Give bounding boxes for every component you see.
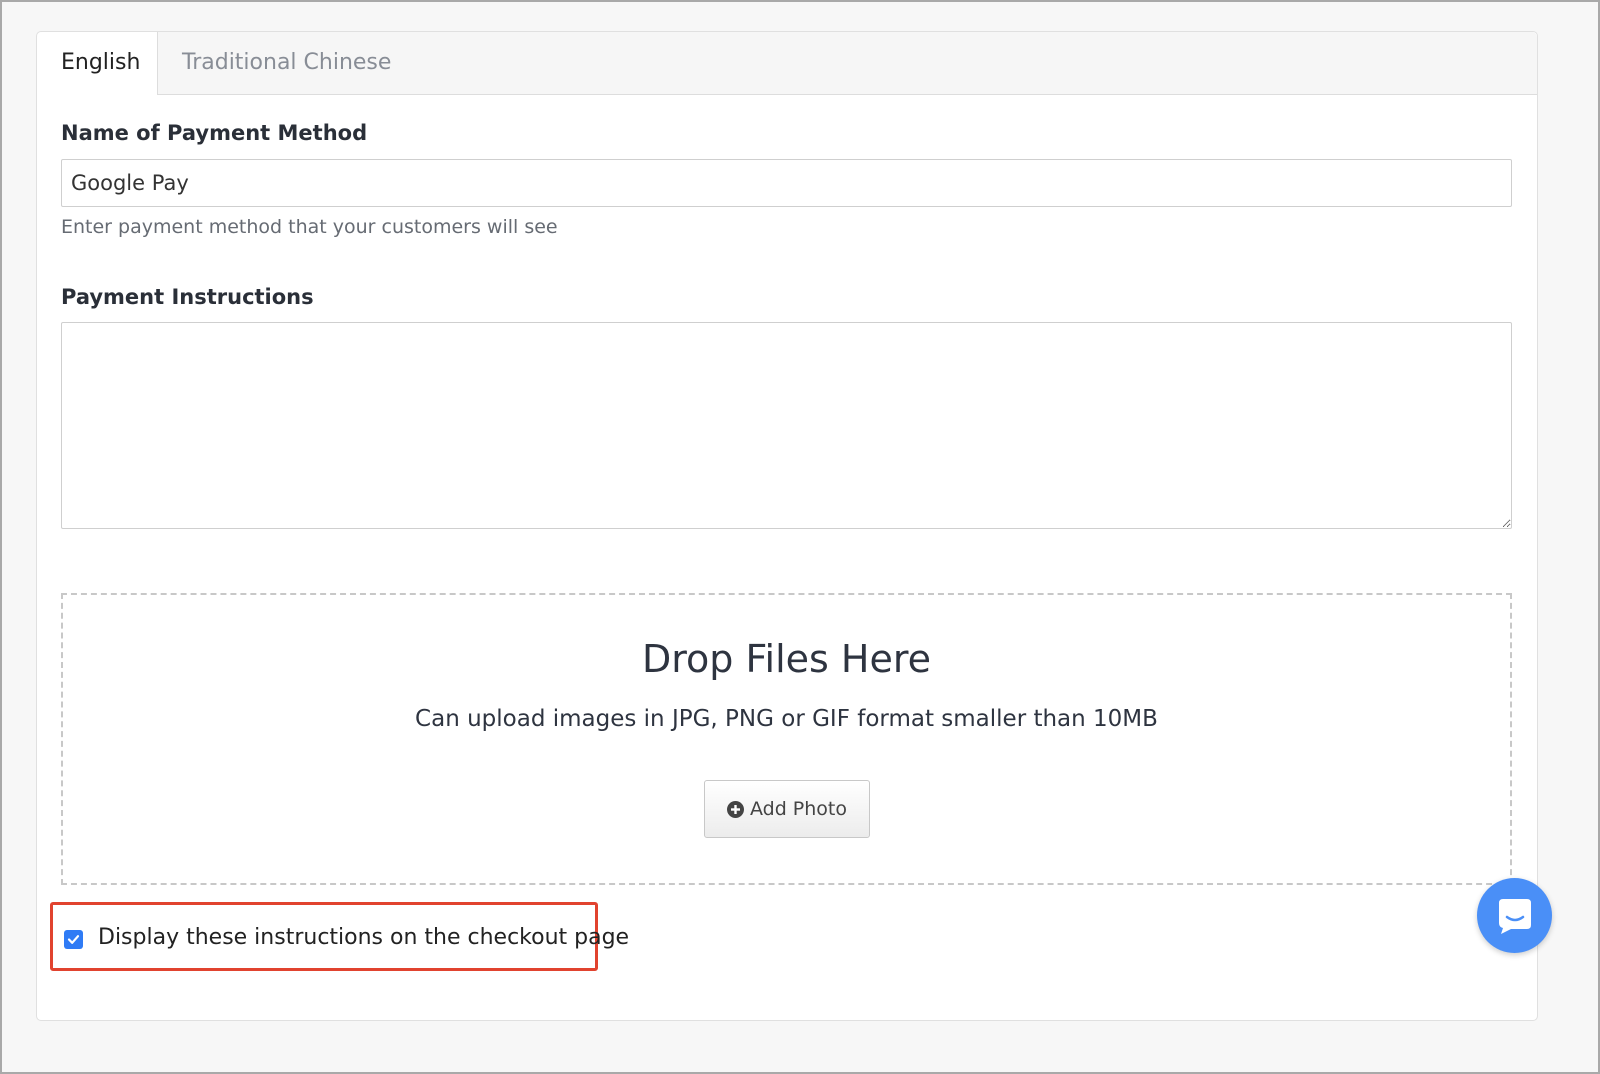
payment-method-panel: English Traditional Chinese Name of Paym… — [36, 31, 1538, 1021]
display-instructions-checkbox[interactable] — [64, 930, 83, 949]
add-photo-button[interactable]: Add Photo — [704, 780, 870, 838]
display-instructions-label[interactable]: Display these instructions on the checko… — [98, 925, 629, 950]
dropzone-subtitle: Can upload images in JPG, PNG or GIF for… — [415, 706, 1158, 732]
language-tab-bar: English Traditional Chinese — [37, 32, 1537, 95]
display-instructions-highlight: Display these instructions on the checko… — [50, 902, 629, 971]
dropzone-title: Drop Files Here — [641, 637, 932, 681]
tab-english[interactable]: English — [37, 32, 158, 95]
checkmark-icon — [67, 935, 80, 944]
payment-name-label: Name of Payment Method — [61, 121, 368, 145]
file-dropzone[interactable]: Drop Files Here Can upload images in JPG… — [61, 593, 1512, 885]
payment-instructions-textarea[interactable] — [61, 322, 1512, 529]
payment-name-help-text: Enter payment method that your customers… — [61, 216, 558, 238]
payment-name-input[interactable] — [61, 159, 1512, 207]
chat-icon — [1499, 899, 1531, 934]
plus-circle-icon — [726, 800, 744, 818]
window-frame: English Traditional Chinese Name of Paym… — [0, 0, 1600, 1074]
tab-traditional-chinese[interactable]: Traditional Chinese — [182, 32, 391, 94]
chat-widget-button[interactable] — [1477, 878, 1552, 953]
payment-instructions-label: Payment Instructions — [61, 285, 314, 309]
add-photo-label: Add Photo — [749, 798, 848, 820]
